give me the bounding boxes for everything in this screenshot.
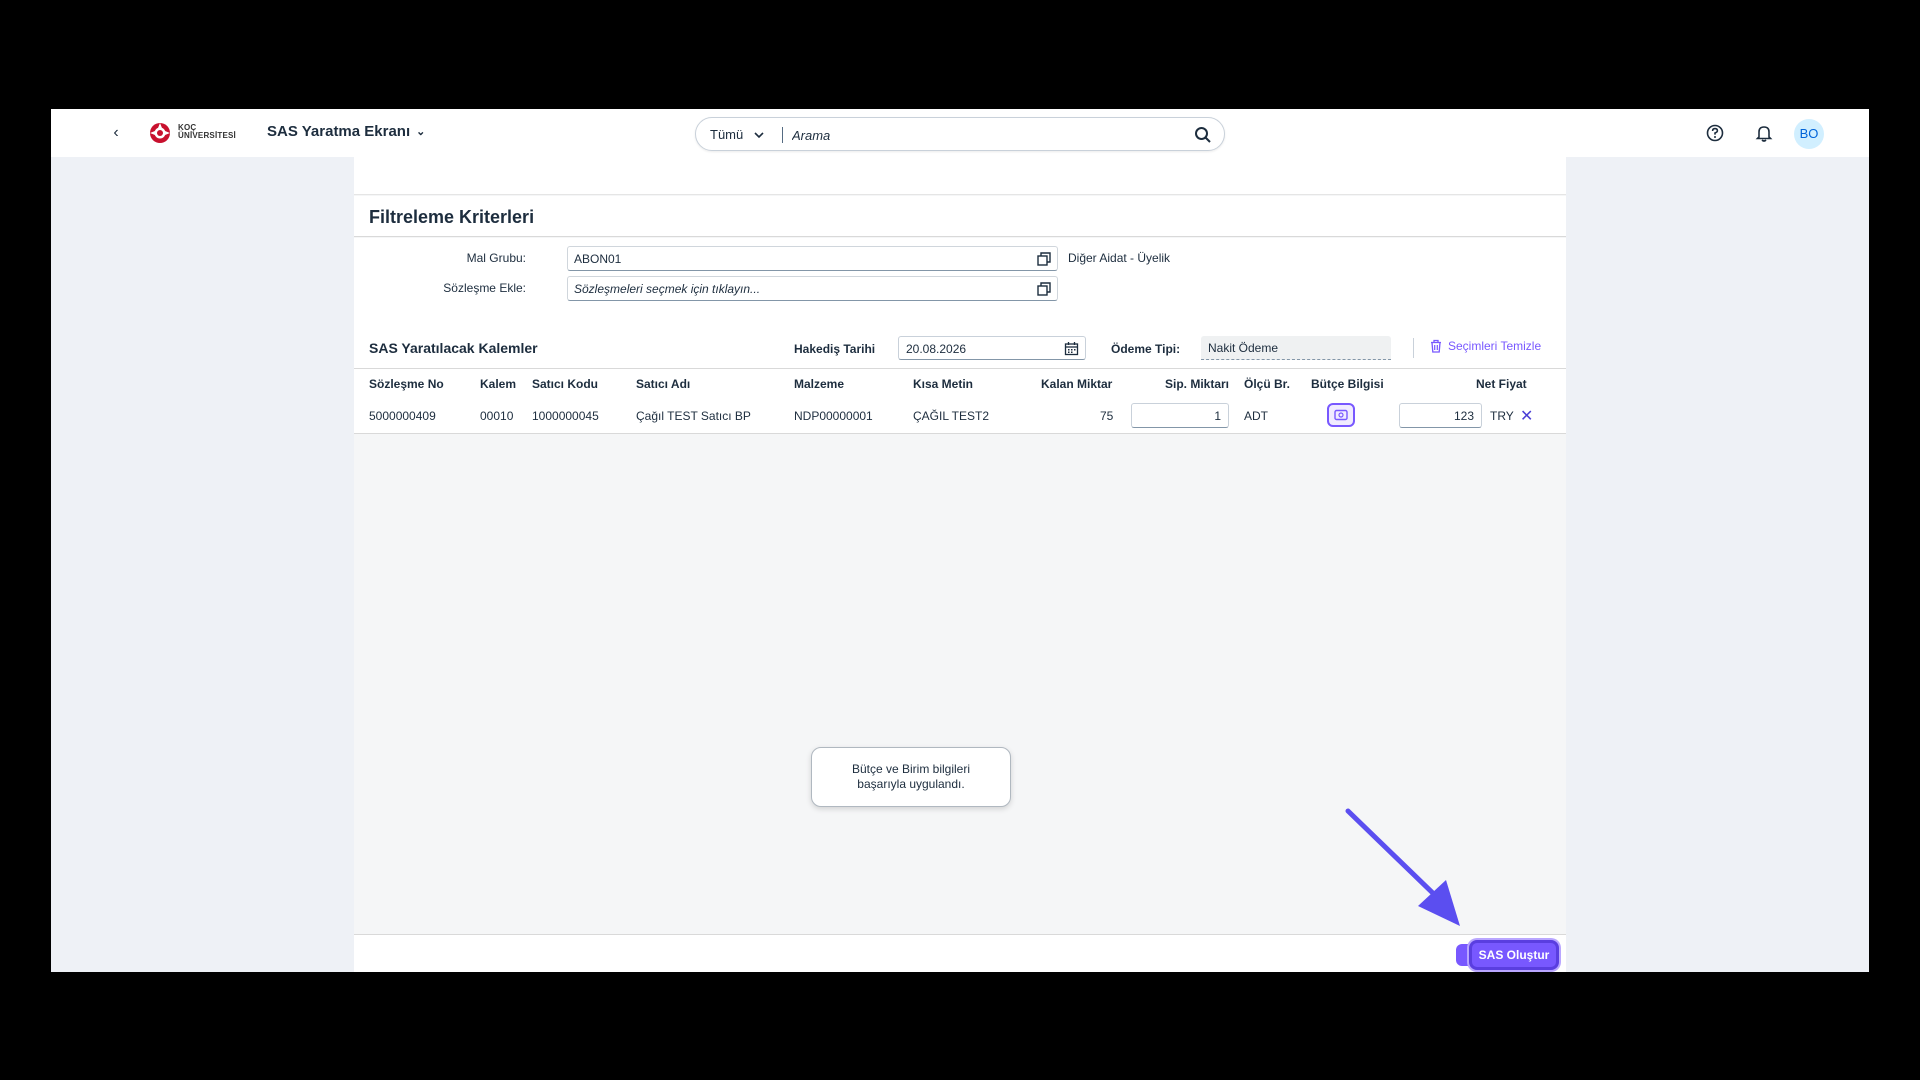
toast-line1: Bütçe ve Birim bilgileri <box>851 762 971 776</box>
filter-form: Mal Grubu: Diğer Aidat - Üyelik Sözleşme… <box>354 238 1566 328</box>
search-bar: Tümü <box>695 117 1225 151</box>
value-help-icon[interactable] <box>1037 252 1051 266</box>
success-toast: Bütçe ve Birim bilgileri başarıyla uygul… <box>811 747 1011 807</box>
cell-kisa-metin: ÇAĞIL TEST2 <box>913 409 990 423</box>
koc-universitesi-logo[interactable]: KOÇ ÜNİVERSİTESİ <box>148 121 244 145</box>
mal-grubu-description: Diğer Aidat - Üyelik <box>1068 251 1171 265</box>
cell-malzeme: NDP00000001 <box>794 409 873 423</box>
mal-grubu-field[interactable] <box>567 246 1058 271</box>
footer-bar: SAS Oluştur <box>354 934 1566 972</box>
logo-line2: ÜNİVERSİTESİ <box>178 131 236 140</box>
search-scope-label: Tümü <box>710 127 744 142</box>
logo-emblem-icon <box>150 123 170 143</box>
mal-grubu-label: Mal Grubu: <box>466 251 526 265</box>
sip-miktari-input[interactable] <box>1132 404 1228 427</box>
search-scope-select[interactable]: Tümü <box>710 127 765 142</box>
sozlesme-ekle-label: Sözleşme Ekle: <box>443 281 526 295</box>
col-kalan-miktar: Kalan Miktar <box>1041 377 1113 391</box>
search-divider <box>782 127 783 143</box>
toolbar-separator <box>1413 338 1414 358</box>
shell-bar: ‹ KOÇ ÜNİVERSİTESİ SAS Yaratma Ekranı ⌄ … <box>51 109 1869 157</box>
cell-satici-kodu: 1000000045 <box>532 409 599 423</box>
sas-create-button[interactable]: SAS Oluştur <box>1469 940 1559 970</box>
cell-currency: TRY <box>1490 409 1514 423</box>
cell-kalan-miktar: 75 <box>1100 409 1114 423</box>
col-butce-bilgisi: Bütçe Bilgisi <box>1311 377 1384 391</box>
items-toolbar: SAS Yaratılacak Kalemler Hakediş Tarihi … <box>354 328 1566 369</box>
chevron-down-icon: ⌄ <box>416 126 426 138</box>
cell-olcu-br: ADT <box>1244 409 1268 423</box>
net-fiyat-field[interactable] <box>1399 403 1482 428</box>
col-sozlesme-no: Sözleşme No <box>369 377 444 391</box>
odeme-tipi-value: Nakit Ödeme <box>1208 341 1279 355</box>
logo-text: KOÇ ÜNİVERSİTESİ <box>178 124 236 140</box>
odeme-tipi-field: Nakit Ödeme <box>1201 336 1391 360</box>
filter-title: Filtreleme Kriterleri <box>369 207 535 227</box>
items-title: SAS Yaratılacak Kalemler <box>369 340 538 356</box>
col-net-fiyat: Net Fiyat <box>1476 377 1527 391</box>
page-header-strip <box>354 157 1566 195</box>
back-button[interactable]: ‹ <box>106 123 126 143</box>
budget-info-button[interactable] <box>1327 403 1355 427</box>
net-fiyat-input[interactable] <box>1400 404 1481 427</box>
hakedis-tarihi-label: Hakediş Tarihi <box>794 342 876 356</box>
toast-line2: başarıyla uygulandı. <box>857 777 965 791</box>
app-title: SAS Yaratma Ekranı <box>267 123 411 140</box>
col-kisa-metin: Kısa Metin <box>913 377 974 391</box>
col-malzeme: Malzeme <box>794 377 845 391</box>
hakedis-date-value: 20.08.2026 <box>906 342 967 356</box>
sozlesme-ekle-input[interactable] <box>574 281 1024 297</box>
sip-miktari-field[interactable] <box>1131 403 1229 428</box>
col-satici-adi: Satıcı Adı <box>636 377 691 391</box>
notification-bell-icon[interactable] <box>1753 122 1775 144</box>
page-content: Filtreleme Kriterleri Mal Grubu: Diğer A… <box>354 157 1566 972</box>
clear-selections-button[interactable]: Seçimleri Temizle <box>1429 339 1541 353</box>
cell-kalem: 00010 <box>480 409 514 423</box>
clear-selections-label: Seçimleri Temizle <box>1448 339 1542 353</box>
cell-sozlesme-no: 5000000409 <box>369 409 436 423</box>
hakedis-date-picker[interactable]: 20.08.2026 <box>898 336 1086 360</box>
table-header-row: Sözleşme No Kalem Satıcı Kodu Satıcı Adı… <box>354 369 1566 398</box>
user-avatar[interactable]: BO <box>1794 119 1824 149</box>
calendar-icon[interactable] <box>1064 341 1079 356</box>
chevron-left-icon: ‹ <box>113 124 119 141</box>
delete-row-icon[interactable]: ✕ <box>1520 406 1533 426</box>
col-kalem: Kalem <box>480 377 517 391</box>
search-input[interactable] <box>792 125 1182 145</box>
mal-grubu-input[interactable] <box>574 251 1024 267</box>
col-olcu-br: Ölçü Br. <box>1244 377 1291 391</box>
app-title-menu[interactable]: SAS Yaratma Ekranı ⌄ <box>267 123 425 140</box>
trash-icon <box>1431 339 1441 353</box>
odeme-tipi-label: Ödeme Tipi: <box>1111 342 1181 356</box>
sozlesme-ekle-field[interactable] <box>567 276 1058 301</box>
budget-icon <box>1334 409 1348 421</box>
filter-section-header: Filtreleme Kriterleri <box>354 196 1566 237</box>
table-row[interactable]: 5000000409 00010 1000000045 Çağıl TEST S… <box>354 398 1566 434</box>
cell-satici-adi: Çağıl TEST Satıcı BP <box>636 409 751 423</box>
chevron-down-icon <box>754 131 764 138</box>
value-help-icon[interactable] <box>1037 282 1051 296</box>
help-icon[interactable] <box>1704 122 1726 144</box>
app-screen: ‹ KOÇ ÜNİVERSİTESİ SAS Yaratma Ekranı ⌄ … <box>51 109 1869 972</box>
col-satici-kodu: Satıcı Kodu <box>532 377 599 391</box>
col-sip-miktari: Sip. Miktarı <box>1165 377 1230 391</box>
search-icon[interactable] <box>1194 126 1212 144</box>
